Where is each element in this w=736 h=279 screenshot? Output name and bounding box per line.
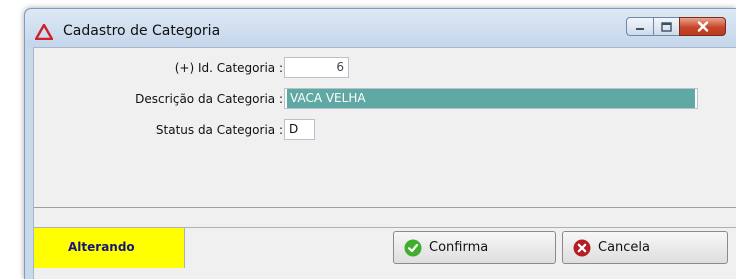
- window: Cadastro de Categoria (+) Id. Categoria: [24, 8, 736, 279]
- status-categoria-field[interactable]: D: [284, 119, 315, 140]
- separator: [34, 207, 736, 208]
- form-area: (+) Id. Categoria : 6 Descrição da Categ…: [33, 47, 736, 279]
- confirma-label: Confirma: [429, 240, 489, 255]
- descricao-categoria-label: Descrição da Categoria :: [135, 92, 283, 106]
- window-title: Cadastro de Categoria: [63, 23, 221, 39]
- close-button[interactable]: [679, 17, 726, 36]
- status-categoria-label: Status da Categoria :: [155, 123, 283, 137]
- red-triangle-icon: [35, 24, 53, 40]
- mode-label: Alterando: [68, 240, 135, 254]
- maximize-icon: [661, 21, 672, 32]
- id-categoria-label: (+) Id. Categoria :: [174, 61, 283, 75]
- minimize-button[interactable]: [626, 17, 653, 36]
- descricao-categoria-field[interactable]: VACA VELHA: [284, 88, 698, 109]
- minimize-icon: [636, 27, 644, 30]
- cancela-button[interactable]: Cancela: [562, 231, 728, 264]
- title-bar: Cadastro de Categoria: [25, 9, 736, 47]
- maximize-button[interactable]: [653, 17, 679, 36]
- confirma-button[interactable]: Confirma: [393, 231, 556, 264]
- descricao-selected-text: VACA VELHA: [287, 89, 695, 108]
- mode-indicator: Alterando: [34, 228, 185, 268]
- check-circle-icon: [404, 239, 422, 256]
- window-controls: [626, 17, 726, 38]
- cancela-label: Cancela: [598, 240, 651, 255]
- id-categoria-field[interactable]: 6: [284, 57, 349, 78]
- close-icon: [697, 21, 708, 32]
- x-circle-icon: [573, 239, 591, 256]
